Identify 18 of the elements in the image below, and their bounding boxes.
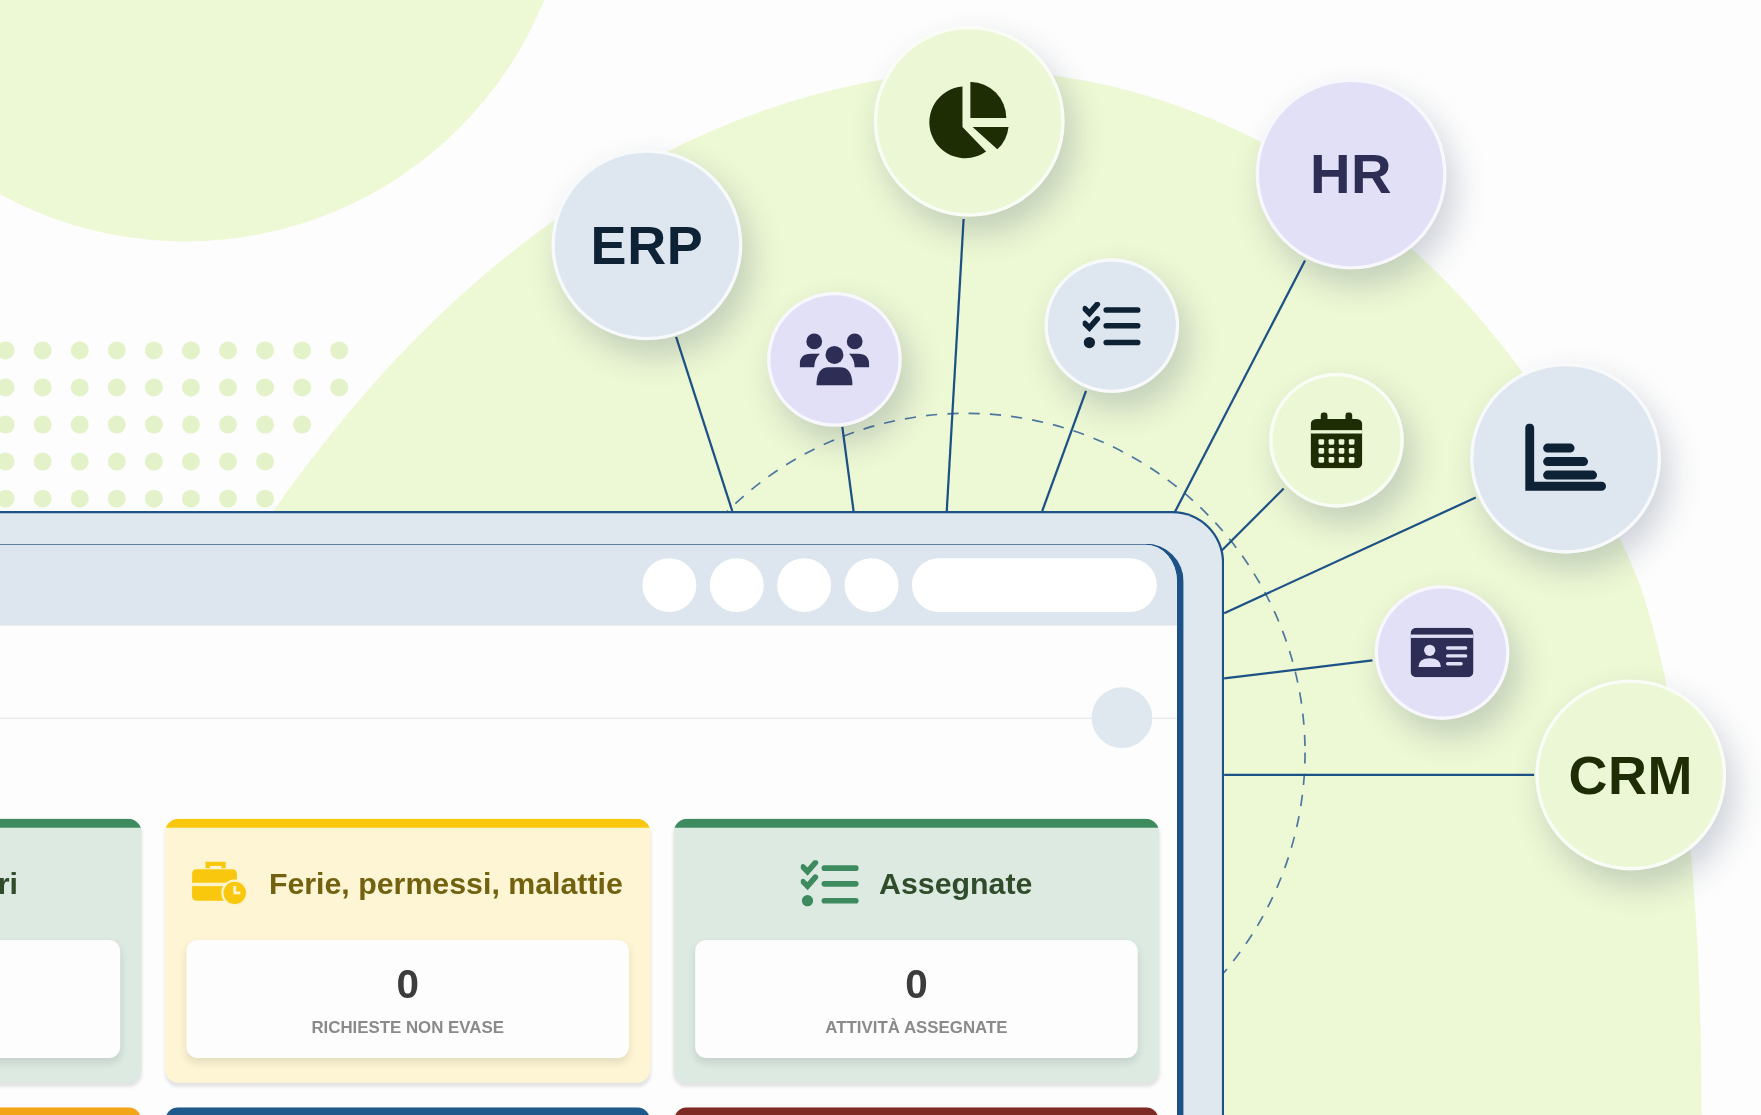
node-label: HR [1309,141,1393,207]
checklist-icon [800,860,859,908]
stat-caption: ATTIVITÀ ASSEGNATE [825,1017,1008,1037]
pie-chart-icon [927,82,1011,161]
card-title: Ferie, permessi, malattie [268,866,623,902]
node-label: CRM [1568,744,1693,806]
stat-value: 0 [905,961,928,1009]
bar-chart-icon [1525,423,1606,494]
stat-caption: RICHIESTE NON EVASE [311,1017,504,1037]
card-title: ri [0,866,18,902]
node-label: ERP [590,214,704,276]
briefcase-clock-icon [192,861,249,907]
id-card-icon [1410,627,1474,678]
checklist-icon [1082,302,1142,350]
stat-value: 0 [396,961,419,1009]
people-icon [799,331,870,388]
calendar-icon [1310,412,1363,469]
card-title: Assegnate [879,866,1033,902]
